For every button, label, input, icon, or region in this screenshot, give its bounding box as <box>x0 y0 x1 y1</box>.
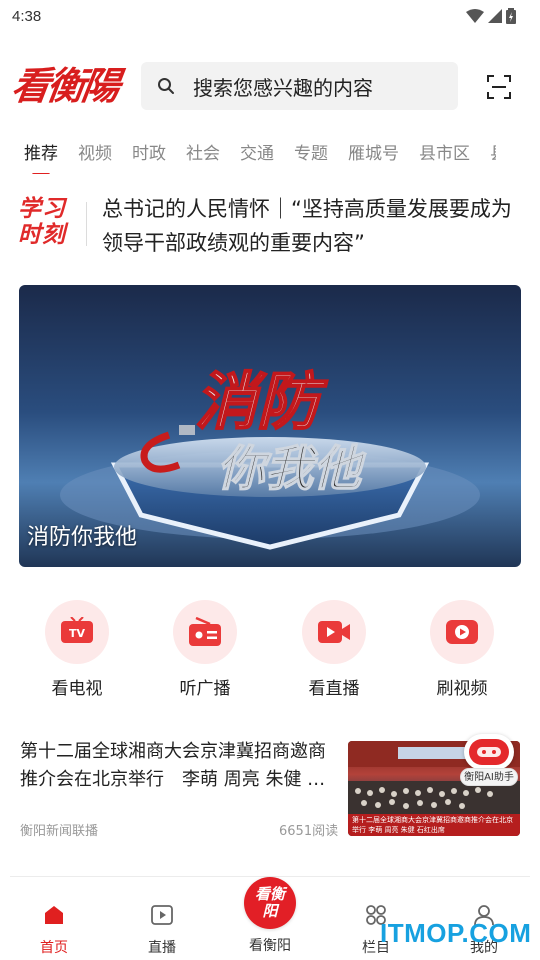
signal-icon <box>488 9 502 23</box>
watermark: ITMOP.COM <box>380 918 532 948</box>
quick-entries: TV 看电视 听广播 看直播 刷视频 <box>0 600 540 700</box>
tab-politics[interactable]: 时政 <box>132 138 166 170</box>
wifi-icon <box>466 9 484 23</box>
tab-yancheng-hao[interactable]: 雁城号 <box>348 138 399 170</box>
nav-kan-hengyang-label[interactable]: 看衡阳 <box>224 935 316 955</box>
study-logo-line1: 学习 <box>18 195 66 222</box>
banner-art-line1: 消防 <box>195 365 328 438</box>
search-bar[interactable]: 搜索您感兴趣的内容 <box>141 62 458 110</box>
tab-more-partial[interactable]: 县 <box>490 138 496 170</box>
quick-radio[interactable]: 听广播 <box>160 600 250 700</box>
news-title: 第十二届全球湘商大会京津冀招商邀商推介会在北京举行 李萌 周亮 朱健 … <box>20 741 326 790</box>
battery-icon <box>506 8 516 24</box>
nav-live[interactable]: 直播 <box>117 877 207 960</box>
ai-assistant-float[interactable]: 衡阳AI助手 <box>460 734 518 786</box>
study-logo-line2: 时刻 <box>18 221 66 248</box>
tv-icon: TV <box>61 617 93 643</box>
home-icon <box>45 906 63 924</box>
ai-assistant-bubble <box>464 734 514 770</box>
scan-icon[interactable] <box>486 74 512 100</box>
news-thumbnail-caption: 第十二届全球湘商大会京津冀招商邀商推介会在北京举行 李萌 周亮 朱健 石红出席 <box>348 814 520 836</box>
status-time: 4:38 <box>12 7 42 25</box>
video-play-icon <box>446 620 478 644</box>
tab-society[interactable]: 社会 <box>186 138 220 170</box>
category-tabs: 推荐 视频 时政 社会 交通 专题 雁城号 县市区 县 <box>0 138 496 174</box>
quick-short-video-label: 刷视频 <box>436 679 488 699</box>
headline-divider <box>86 202 87 246</box>
quick-watch-tv[interactable]: TV 看电视 <box>32 600 122 700</box>
study-moment-logo: 学习 时刻 <box>18 196 72 250</box>
nav-live-label: 直播 <box>148 940 176 956</box>
quick-radio-label: 听广播 <box>179 679 231 699</box>
status-icons <box>466 8 516 24</box>
quick-radio-circle <box>173 600 237 664</box>
news-read-count: 6651阅读 <box>279 824 339 839</box>
quick-live[interactable]: 看直播 <box>289 600 379 700</box>
quick-short-video[interactable]: 刷视频 <box>417 600 507 700</box>
headline-card[interactable]: 学习 时刻 总书记的人民情怀｜“坚持高质量发展要成为领导干部政绩观的重要内容” <box>0 190 540 262</box>
ai-assistant-label: 衡阳AI助手 <box>460 768 518 786</box>
tab-traffic[interactable]: 交通 <box>240 138 274 170</box>
nav-home-label: 首页 <box>40 940 68 956</box>
quick-short-video-circle <box>430 600 494 664</box>
tab-topics[interactable]: 专题 <box>294 138 328 170</box>
search-placeholder: 搜索您感兴趣的内容 <box>193 75 373 100</box>
live-camera-icon <box>318 621 350 643</box>
status-bar: 4:38 <box>0 0 540 32</box>
quick-watch-tv-label: 看电视 <box>51 679 103 699</box>
quick-watch-tv-circle: TV <box>45 600 109 664</box>
svg-text:TV: TV <box>69 627 86 640</box>
kan-hengyang-badge: 看衡阳 <box>254 885 285 920</box>
banner-art-line2: 你我他 <box>217 441 367 497</box>
tab-recommend[interactable]: 推荐 <box>24 138 58 174</box>
app-logo: 看衡陽 <box>8 63 121 108</box>
headline-title: 总书记的人民情怀｜“坚持高质量发展要成为领导干部政绩观的重要内容” <box>102 197 512 255</box>
nav-kan-hengyang-badge[interactable]: 看衡阳 <box>244 877 296 929</box>
search-icon <box>158 78 174 94</box>
live-play-icon <box>151 905 173 925</box>
header: 看衡陽 搜索您感兴趣的内容 <box>0 60 540 112</box>
news-card[interactable]: 第十二届全球湘商大会京津冀招商邀商推介会在北京举行 李萌 周亮 朱健 … 衡阳新… <box>0 728 540 848</box>
tab-video[interactable]: 视频 <box>78 138 112 170</box>
news-source: 衡阳新闻联播 <box>20 824 99 839</box>
nav-home[interactable]: 首页 <box>9 877 99 960</box>
quick-live-circle <box>302 600 366 664</box>
tab-counties[interactable]: 县市区 <box>419 138 470 170</box>
featured-banner[interactable]: 消防 你我他 消防你我他 <box>19 285 521 567</box>
ai-assistant-icon <box>469 739 509 765</box>
banner-caption: 消防你我他 <box>27 525 138 550</box>
radio-icon <box>189 617 221 646</box>
quick-live-label: 看直播 <box>308 679 360 699</box>
